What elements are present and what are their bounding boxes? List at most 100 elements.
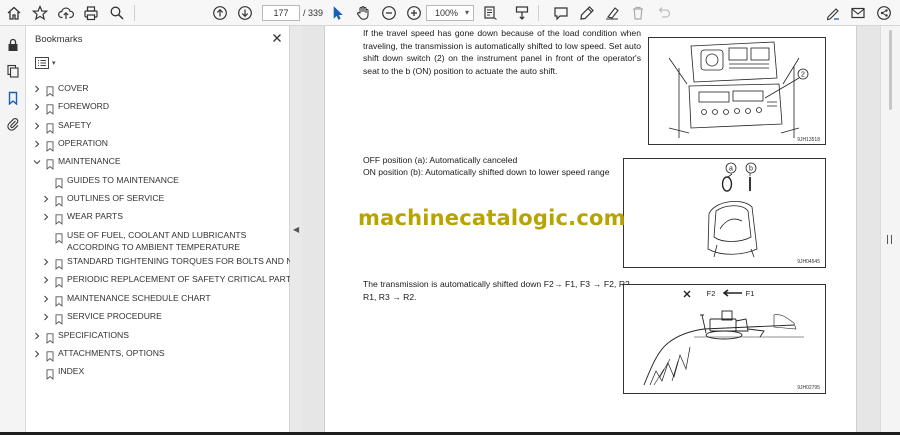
chevron-right-icon[interactable] bbox=[42, 213, 50, 221]
page-up-icon[interactable] bbox=[210, 3, 230, 23]
chevron-right-icon[interactable] bbox=[42, 195, 50, 203]
bookmark-item[interactable]: ATTACHMENTS, OPTIONS bbox=[27, 347, 290, 363]
bookmark-item[interactable]: SERVICE PROCEDURE bbox=[27, 310, 290, 326]
bookmark-label: OPERATION bbox=[58, 138, 108, 148]
bookmark-flag-icon bbox=[55, 312, 63, 325]
bookmark-label: SAFETY bbox=[58, 120, 92, 130]
dozer-illustration: F2 F1 9JH02795 bbox=[643, 289, 820, 391]
zoom-out-icon[interactable] bbox=[379, 3, 399, 23]
bookmark-flag-icon bbox=[55, 176, 63, 189]
bookmark-item[interactable]: GUIDES TO MAINTENANCE bbox=[27, 174, 290, 190]
undo-icon[interactable] bbox=[654, 3, 674, 23]
bookmark-flag-icon bbox=[46, 331, 54, 344]
bookmark-item[interactable]: PERIODIC REPLACEMENT OF SAFETY CRITICAL … bbox=[27, 273, 297, 289]
close-icon[interactable] bbox=[270, 31, 284, 45]
page-number-input[interactable]: 177 bbox=[262, 5, 300, 21]
bookmark-flag-icon bbox=[46, 157, 54, 170]
delete-icon[interactable] bbox=[628, 3, 648, 23]
home-icon[interactable] bbox=[4, 3, 24, 23]
left-tool-rail bbox=[0, 26, 26, 432]
star-icon[interactable] bbox=[30, 3, 50, 23]
shift-sequence-paragraph: The transmission is automatically shifte… bbox=[363, 279, 641, 302]
label-from-gear: F2 bbox=[707, 289, 716, 298]
share-icon[interactable] bbox=[874, 3, 894, 23]
pane-resize-handle[interactable] bbox=[887, 235, 892, 244]
email-icon[interactable] bbox=[848, 3, 868, 23]
hand-icon[interactable] bbox=[353, 3, 373, 23]
bookmark-item[interactable]: MAINTENANCE SCHEDULE CHART bbox=[27, 292, 290, 308]
bookmark-flag-icon bbox=[46, 367, 54, 380]
bookmark-label: OUTLINES OF SERVICE bbox=[67, 193, 165, 203]
copy-pages-icon[interactable] bbox=[4, 62, 22, 80]
chevron-right-icon[interactable] bbox=[42, 295, 50, 303]
bookmark-item[interactable]: INDEX bbox=[27, 365, 290, 381]
bookmark-label: WEAR PARTS bbox=[67, 211, 124, 221]
bookmark-item[interactable]: WEAR PARTS bbox=[27, 210, 290, 226]
pdf-page: If the travel speed has gone down becaus… bbox=[324, 26, 857, 432]
chevron-right-icon[interactable] bbox=[33, 122, 41, 130]
panel-title: Bookmarks bbox=[35, 34, 83, 45]
figure-code: 9JH13518 bbox=[797, 137, 820, 143]
right-scrollbar[interactable] bbox=[880, 26, 900, 432]
bookmark-label: COVER bbox=[58, 83, 89, 93]
clear-icon[interactable] bbox=[602, 3, 622, 23]
scrollbar-thumb[interactable] bbox=[889, 30, 892, 110]
bookmark-label: FOREWORD bbox=[58, 101, 110, 111]
zoom-in-icon[interactable] bbox=[404, 3, 424, 23]
print-icon[interactable] bbox=[81, 3, 101, 23]
lock-icon[interactable] bbox=[4, 36, 22, 54]
bookmark-item[interactable]: SPECIFICATIONS bbox=[27, 329, 290, 345]
switch-illustration: a b 9JH04545 bbox=[707, 162, 820, 265]
bookmark-item[interactable]: MAINTENANCE bbox=[27, 155, 290, 171]
bookmark-options-button[interactable]: ▾ bbox=[35, 56, 67, 70]
bookmark-icon[interactable] bbox=[4, 89, 22, 107]
chevron-down-icon[interactable] bbox=[33, 158, 41, 166]
page-down-icon[interactable] bbox=[235, 3, 255, 23]
chevron-right-icon[interactable] bbox=[33, 332, 41, 340]
chevron-right-icon[interactable] bbox=[33, 350, 41, 358]
label-a: a bbox=[729, 166, 733, 173]
zoom-level-select[interactable]: 100% ▾ bbox=[426, 5, 474, 21]
select-cursor-icon[interactable] bbox=[328, 3, 348, 23]
bookmark-flag-icon bbox=[46, 121, 54, 134]
instrument-panel-illustration: 2 9JH13518 bbox=[668, 41, 820, 143]
main-toolbar: 177 / 339 100% ▾ bbox=[0, 0, 900, 26]
chevron-right-icon[interactable] bbox=[33, 85, 41, 93]
figure-dozer-slope: F2 F1 9JH02795 bbox=[623, 284, 826, 394]
chevron-right-icon[interactable] bbox=[42, 276, 50, 284]
bookmark-label: MAINTENANCE bbox=[58, 156, 121, 166]
label-to-gear: F1 bbox=[746, 289, 755, 298]
figure-shift-switch: a b 9JH04545 bbox=[623, 158, 826, 268]
collapse-panel-icon[interactable]: ◀ bbox=[293, 225, 299, 234]
chevron-right-icon[interactable] bbox=[33, 140, 41, 148]
bookmark-label: INDEX bbox=[58, 366, 85, 376]
cloud-upload-icon[interactable] bbox=[56, 3, 76, 23]
bookmark-item[interactable]: OPERATION bbox=[27, 137, 290, 153]
scroll-mode-icon[interactable] bbox=[512, 3, 532, 23]
bookmark-flag-icon bbox=[55, 231, 63, 244]
chevron-right-icon[interactable] bbox=[33, 103, 41, 111]
comment-icon[interactable] bbox=[551, 3, 571, 23]
bookmark-item[interactable]: STANDARD TIGHTENING TORQUES FOR BOLTS AN… bbox=[27, 255, 310, 271]
zoom-search-icon[interactable] bbox=[107, 3, 127, 23]
attachment-icon[interactable] bbox=[4, 115, 22, 133]
bookmark-label: USE OF FUEL, COOLANT AND LUBRICANTS ACCO… bbox=[67, 230, 247, 252]
fit-page-icon[interactable] bbox=[480, 3, 500, 23]
bookmark-item[interactable]: FOREWORD bbox=[27, 100, 290, 116]
bookmark-flag-icon bbox=[46, 139, 54, 152]
bookmark-item[interactable]: USE OF FUEL, COOLANT AND LUBRICANTS ACCO… bbox=[27, 229, 290, 252]
edit-sign-icon[interactable] bbox=[823, 3, 843, 23]
bookmark-item[interactable]: SAFETY bbox=[27, 119, 290, 135]
highlight-icon[interactable] bbox=[577, 3, 597, 23]
auto-shift-paragraph: If the travel speed has gone down becaus… bbox=[363, 28, 641, 77]
bookmark-label: STANDARD TIGHTENING TORQUES FOR BOLTS AN… bbox=[67, 256, 310, 266]
bookmark-item[interactable]: OUTLINES OF SERVICE bbox=[27, 192, 290, 208]
document-viewport[interactable]: If the travel speed has gone down becaus… bbox=[302, 26, 880, 432]
bookmark-item[interactable]: COVER bbox=[27, 82, 290, 98]
watermark-text: machinecatalogic.com bbox=[358, 206, 626, 230]
zoom-level-value: 100% bbox=[435, 8, 459, 18]
chevron-right-icon[interactable] bbox=[42, 258, 50, 266]
bookmark-flag-icon bbox=[55, 212, 63, 225]
chevron-right-icon[interactable] bbox=[42, 313, 50, 321]
bookmark-label: ATTACHMENTS, OPTIONS bbox=[58, 348, 165, 358]
